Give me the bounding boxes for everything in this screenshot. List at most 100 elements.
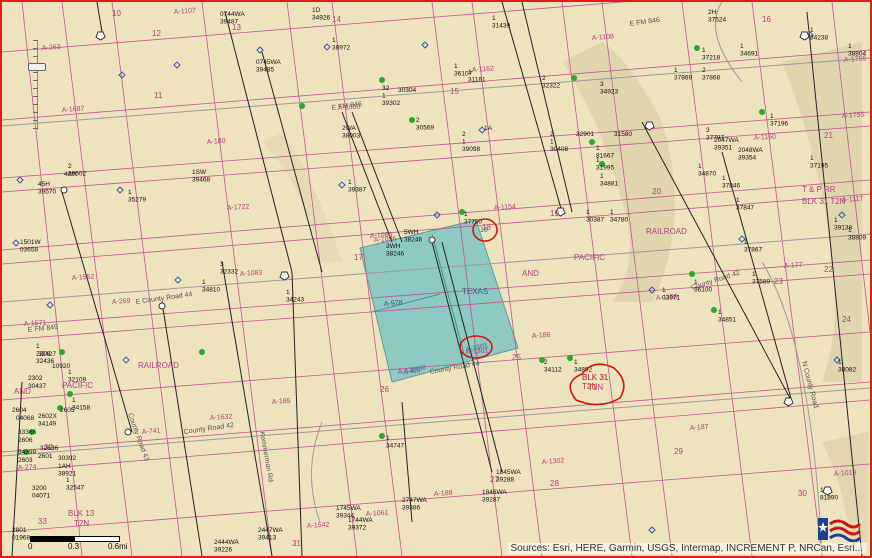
well-label: 2 32322 [542,75,560,90]
plugged-well-icon[interactable] [799,31,810,41]
well-marker[interactable] [711,307,717,313]
abstract-label: A-1108 [592,33,615,42]
region-label: RAILROAD [646,227,687,236]
abstract-label: A-263 [42,44,61,52]
well-label: 1AH 38921 [58,463,76,478]
well-label: 31580 [614,131,632,138]
well-label: 1A [484,125,493,132]
well-label: 45H 39570 [38,181,56,196]
well-surface-icon[interactable] [158,302,166,310]
plugged-well-icon[interactable] [95,31,106,41]
well-label: 1744WA 39372 [348,517,373,532]
well-label: 2604 [12,407,27,414]
well-label: 30437 [28,383,46,390]
well-label: 30304 [398,87,416,94]
well-label: 1D 34926 [312,7,330,22]
well-label: 32901 [576,131,594,138]
region-label: BLK 13 [68,509,95,518]
well-marker[interactable] [379,77,385,83]
road-label: County Road 43 [126,412,150,462]
plugged-well-icon[interactable] [783,397,794,407]
well-marker[interactable] [694,45,700,51]
well-marker[interactable] [689,271,695,277]
section-number: 25 [512,353,521,362]
section-number: 33 [38,517,47,526]
well-marker[interactable] [567,355,573,361]
annotation-label: BLK 31 T2N [582,373,609,391]
section-number: 15 [450,87,459,96]
road-label: Kemmerman Rd [258,431,274,483]
region-label: PACIFIC [574,253,605,262]
well-label: 30392 [58,455,76,462]
well-label: 4AH [64,171,77,178]
region-label: T & P RR [802,185,836,194]
well-surface-icon[interactable] [60,186,68,194]
well-label: 1 37867 [744,239,762,254]
section-number: 16 [762,15,771,24]
abstract-label: A-274 [18,464,37,472]
section-number: 30 [798,489,807,498]
well-label: 2302 [28,375,43,382]
abstract-label: A-185 [272,398,291,406]
well-label: 1 34810 [202,279,220,294]
abstract-label: A-1632 [210,413,233,422]
region-label: T2N [74,519,89,528]
abstract-label: A-177 [784,262,803,270]
well-marker[interactable] [59,349,65,355]
well-label: 1 34243 [286,289,304,304]
abstract-label: A-1302 [542,457,565,466]
zoom-slider[interactable] [24,40,46,130]
well-label: 1 34851 [718,309,736,324]
abstract-label: A-269 [112,298,131,306]
scale-tick-2: 0.6mi [108,542,128,551]
well-label: 2 1 30408 [550,131,568,153]
well-label: 0744WA 39487 [220,11,245,26]
well-marker[interactable] [299,103,305,109]
parcel-label: A-978 [384,300,403,308]
well-marker[interactable] [409,117,415,123]
well-label: 1846WA 39287 [482,489,507,504]
scale-tick-0: 0 [28,542,33,551]
plugged-well-icon[interactable] [279,271,290,281]
section-number: 17 [354,253,363,262]
section-number: 28 [550,479,559,488]
well-label: 2601 [38,453,53,460]
well-label: 2606 [18,437,33,444]
map-canvas[interactable]: A-263A-1107A-1108A-1687A-180A-1722A-1086… [2,2,870,556]
well-label: 2447WA 39413 [258,527,283,542]
road-label: N County Road [800,361,819,409]
well-surface-icon[interactable] [428,236,436,244]
map-frame: A-263 A-1107 A-1108 A-1687 A-180 A-1722 A-1086… [0,0,872,558]
well-label: 1 37846 [722,175,740,190]
section-number: 11 [154,91,163,100]
well-label: 1 34747 [386,435,404,450]
rrc-logo-icon [818,518,862,542]
abstract-label: A-1154 [494,203,517,212]
well-label: 1 37847 [736,197,754,212]
well-marker[interactable] [589,139,595,145]
well-marker[interactable] [571,75,577,81]
well-marker[interactable] [199,349,205,355]
section-number: 10 [112,9,121,18]
well-label: 2 30569 [416,117,434,132]
well-marker[interactable] [379,433,385,439]
well-label: 1 35279 [128,189,146,204]
well-label: 1SW 39468 [192,169,210,184]
region-label: RAILROAD [138,361,179,370]
well-marker[interactable] [759,109,765,115]
abstract-label: A-1107 [174,7,197,16]
parcel-label: 16 [480,227,488,234]
map-attribution[interactable]: Sources: Esri, HERE, Garmin, USGS, Inter… [507,543,866,554]
well-label: 1 39387 [348,179,366,194]
scale-bar: 0 0.3 0.6mi [28,532,128,552]
well-label: 1 34691 [740,43,758,58]
well-surface-icon[interactable] [124,428,132,436]
scale-tick-1: 0.3 [68,542,80,551]
abstract-label: A-1083 [240,269,263,278]
abstract-label: A-186 [532,332,551,340]
section-number: 29 [674,447,683,456]
well-label: 2605 [60,407,75,414]
zoom-thumb[interactable] [28,63,46,71]
well-label: 1 32109 [68,369,86,384]
abstract-label: A-1160 [754,133,777,142]
